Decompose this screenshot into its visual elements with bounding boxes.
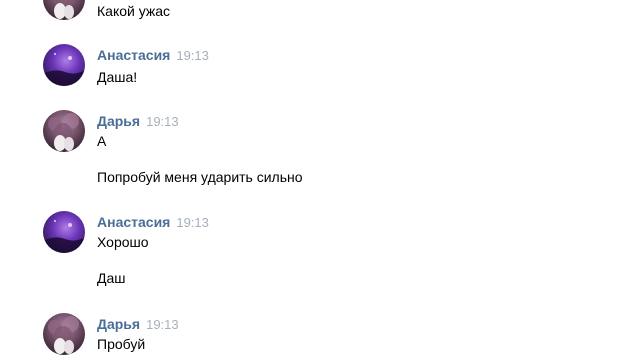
- anastasia-avatar[interactable]: [43, 211, 85, 253]
- message-text: Даша!: [97, 69, 138, 85]
- darya-avatar[interactable]: [43, 0, 85, 20]
- message-text: Хорошо: [97, 234, 149, 250]
- author-name[interactable]: Анастасия: [97, 47, 170, 63]
- message-header: Дарья 19:13: [97, 315, 179, 333]
- message-text: Пробуй: [97, 336, 146, 352]
- message-text: А: [97, 133, 107, 149]
- message-text: Какой ужас: [97, 3, 171, 19]
- message-timestamp: 19:13: [146, 114, 179, 129]
- darya-avatar[interactable]: [43, 313, 85, 355]
- message-timestamp: 19:13: [146, 317, 179, 332]
- message-timestamp: 19:13: [176, 48, 209, 63]
- message-text: Даш: [97, 270, 126, 286]
- message-feed: Какой ужас Анастасия 19:13 Даша! Дарья 1…: [0, 0, 640, 360]
- author-name[interactable]: Дарья: [97, 113, 140, 129]
- author-name[interactable]: Анастасия: [97, 214, 170, 230]
- message-header: Анастасия 19:13: [97, 213, 209, 231]
- darya-avatar[interactable]: [43, 110, 85, 152]
- message-timestamp: 19:13: [176, 215, 209, 230]
- author-name[interactable]: Дарья: [97, 316, 140, 332]
- message-header: Анастасия 19:13: [97, 46, 209, 64]
- message-text: Попробуй меня ударить сильно: [97, 169, 303, 185]
- anastasia-avatar[interactable]: [43, 44, 85, 86]
- message-header: Дарья 19:13: [97, 112, 179, 130]
